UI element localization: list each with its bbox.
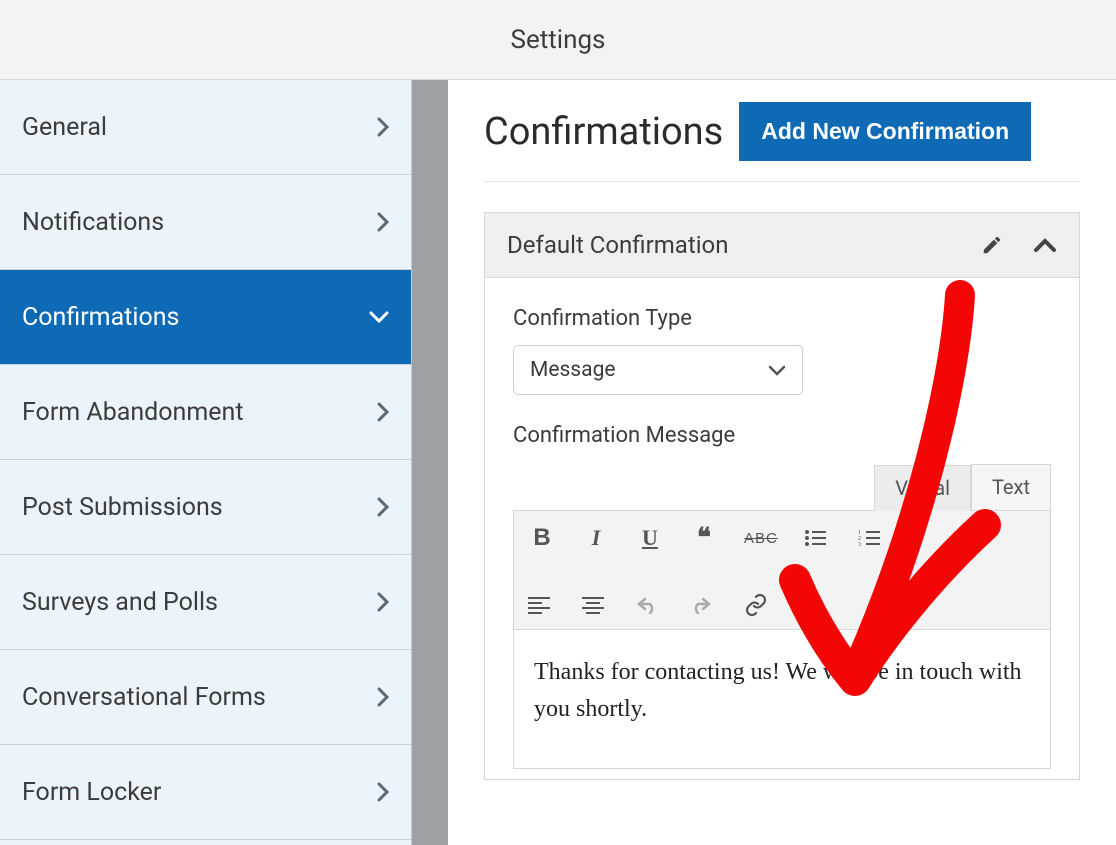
chevron-right-icon (377, 782, 389, 802)
sidebar-item-label: Surveys and Polls (22, 588, 218, 617)
chevron-right-icon (377, 497, 389, 517)
section-title: Confirmations (484, 110, 723, 154)
select-value: Message (530, 358, 616, 382)
italic-button[interactable]: I (582, 525, 610, 551)
chevron-down-icon (369, 311, 389, 323)
chevron-right-icon (377, 117, 389, 137)
chevron-right-icon (377, 402, 389, 422)
collapse-icon[interactable] (1033, 237, 1057, 253)
editor-toolbar: B I U ❝ ABC 123 (514, 511, 1050, 630)
link-button[interactable] (744, 593, 772, 617)
divider-column (412, 80, 448, 845)
editor-tabs: Visual Text (513, 464, 1051, 510)
edit-icon[interactable] (981, 234, 1003, 256)
tab-text[interactable]: Text (971, 464, 1051, 510)
main-header: Confirmations Add New Confirmation (484, 102, 1080, 182)
settings-sidebar: General Notifications Confirmations Form… (0, 80, 412, 845)
sidebar-item-confirmations[interactable]: Confirmations (0, 270, 411, 365)
bold-button[interactable]: B (528, 524, 556, 552)
align-left-button[interactable] (528, 596, 556, 614)
confirmation-message-label: Confirmation Message (513, 423, 1051, 448)
sidebar-item-post-submissions[interactable]: Post Submissions (0, 460, 411, 555)
sidebar-item-label: General (22, 113, 107, 142)
confirmation-type-label: Confirmation Type (513, 306, 1051, 331)
rich-text-editor: B I U ❝ ABC 123 (513, 510, 1051, 769)
chevron-down-icon (768, 365, 786, 376)
chevron-right-icon (377, 212, 389, 232)
sidebar-item-conversational-forms[interactable]: Conversational Forms (0, 650, 411, 745)
tab-visual[interactable]: Visual (874, 465, 971, 511)
editor-content[interactable]: Thanks for contacting us! We will be in … (514, 630, 1050, 768)
sidebar-item-form-abandonment[interactable]: Form Abandonment (0, 365, 411, 460)
chevron-right-icon (377, 592, 389, 612)
chevron-right-icon (377, 687, 389, 707)
panel-header: Default Confirmation (485, 213, 1079, 278)
bullet-list-button[interactable] (804, 529, 832, 547)
sidebar-item-label: Form Abandonment (22, 398, 244, 427)
sidebar-item-general[interactable]: General (0, 80, 411, 175)
sidebar-item-label: Post Submissions (22, 493, 223, 522)
redo-button[interactable] (690, 595, 718, 615)
strikethrough-button[interactable]: ABC (744, 530, 778, 547)
sidebar-item-label: Form Locker (22, 778, 161, 807)
page-title: Settings (511, 25, 606, 55)
sidebar-item-label: Conversational Forms (22, 683, 266, 712)
svg-text:3: 3 (858, 542, 861, 547)
panel-actions (981, 234, 1057, 256)
undo-button[interactable] (636, 595, 664, 615)
top-bar: Settings (0, 0, 1116, 80)
sidebar-item-label: Notifications (22, 208, 164, 237)
panel-title: Default Confirmation (507, 231, 728, 259)
sidebar-item-label: Confirmations (22, 303, 179, 332)
blockquote-button[interactable]: ❝ (690, 523, 718, 553)
panel-body: Confirmation Type Message Confirmation M… (485, 278, 1079, 779)
sidebar-item-notifications[interactable]: Notifications (0, 175, 411, 270)
sidebar-item-surveys-polls[interactable]: Surveys and Polls (0, 555, 411, 650)
numbered-list-button[interactable]: 123 (858, 529, 886, 547)
confirmation-type-select[interactable]: Message (513, 345, 803, 395)
add-confirmation-button[interactable]: Add New Confirmation (739, 102, 1031, 161)
align-center-button[interactable] (582, 596, 610, 614)
main-content: Confirmations Add New Confirmation Defau… (448, 80, 1116, 845)
sidebar-item-form-locker[interactable]: Form Locker (0, 745, 411, 840)
confirmation-panel: Default Confirmation Confirmation Type M… (484, 212, 1080, 780)
underline-button[interactable]: U (636, 525, 664, 551)
